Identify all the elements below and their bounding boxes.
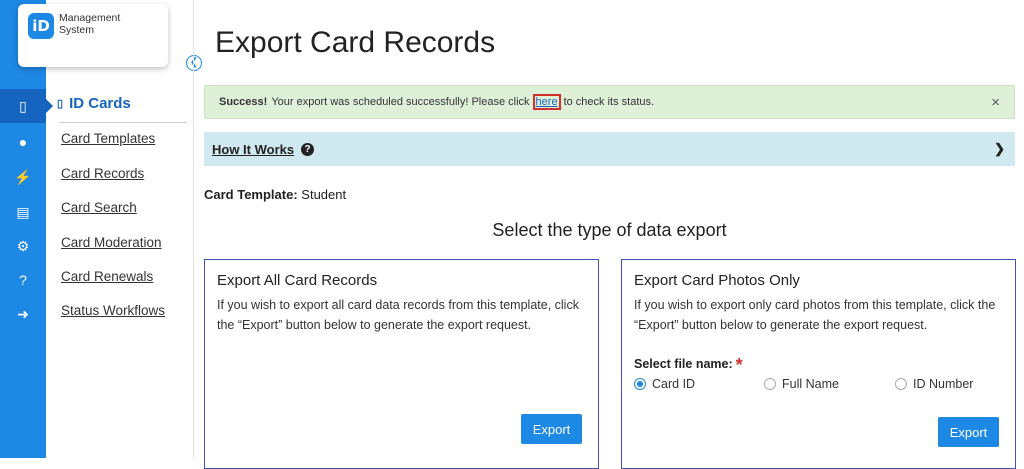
radio-full-name[interactable]: Full Name	[764, 377, 839, 391]
subnav-link-card-templates[interactable]: Card Templates	[61, 131, 155, 146]
chat-icon[interactable]: ●	[0, 125, 46, 159]
export-all-card: Export All Card Records If you wish to e…	[204, 259, 599, 469]
file-name-label: Select file name: *	[634, 355, 743, 375]
plug-icon[interactable]: ⚡	[0, 160, 46, 194]
card-template-value: Student	[301, 187, 347, 202]
radio-card-id[interactable]: Card ID	[634, 377, 695, 391]
export-photos-title: Export Card Photos Only	[634, 272, 800, 289]
export-photos-description: If you wish to export only card photos f…	[634, 298, 996, 332]
radio-button-selected[interactable]	[634, 378, 646, 390]
required-mark: *	[735, 355, 743, 375]
logo-text: Management System	[59, 12, 121, 36]
sidebar-divider	[193, 0, 194, 458]
card-template-info: Card Template: Student	[204, 187, 346, 202]
gear-icon[interactable]: ⚙	[0, 229, 46, 263]
id-card-icon[interactable]: ▯	[0, 89, 53, 123]
alert-status-link[interactable]: here	[532, 94, 561, 110]
help-icon: ?	[301, 142, 315, 156]
radio-id-number[interactable]: ID Number	[895, 377, 973, 391]
alert-text-before: Your export was scheduled successfully! …	[271, 96, 530, 108]
id-card-icon: ▯	[57, 98, 64, 110]
radio-button[interactable]	[764, 378, 776, 390]
section-title: Select the type of data export	[492, 220, 727, 240]
help-icon[interactable]: ?	[0, 263, 46, 297]
export-all-description: If you wish to export all card data reco…	[217, 298, 579, 332]
how-it-works-label[interactable]: How It Works	[212, 142, 294, 157]
how-it-works-panel[interactable]: How It Works ? ❯	[204, 132, 1015, 166]
logo-mark: iD	[28, 13, 54, 39]
sign-out-icon[interactable]: ➜	[0, 297, 46, 331]
radio-button[interactable]	[895, 378, 907, 390]
card-template-label: Card Template:	[204, 187, 298, 202]
alert-strong: Success!	[219, 96, 268, 108]
close-icon[interactable]: ×	[991, 94, 1000, 111]
icon-rail: ▯ ● ⚡ ▤ ⚙ ? ➜	[0, 0, 53, 458]
subnav-link-status-workflows[interactable]: Status Workflows	[61, 303, 165, 318]
success-alert: Success! Your export was scheduled succe…	[204, 85, 1015, 119]
export-all-button[interactable]: Export	[521, 414, 582, 444]
collapse-sidebar-button[interactable]: ❮	[186, 55, 202, 71]
export-photos-button[interactable]: Export	[938, 417, 999, 447]
subnav-link-card-records[interactable]: Card Records	[61, 166, 144, 181]
subnav-link-card-renewals[interactable]: Card Renewals	[61, 269, 153, 284]
subnav-link-card-moderation[interactable]: Card Moderation	[61, 235, 162, 250]
subnav-link-card-search[interactable]: Card Search	[61, 200, 137, 215]
export-all-title: Export All Card Records	[217, 272, 378, 289]
export-photos-card: Export Card Photos Only If you wish to e…	[621, 259, 1016, 469]
subnav-divider	[59, 122, 187, 123]
page-title: Export Card Records	[215, 26, 496, 59]
subnav-title: ▯ ID Cards	[57, 95, 131, 112]
alert-text-after: to check its status.	[563, 96, 655, 108]
logo-card[interactable]: iD Management System	[18, 4, 168, 67]
document-icon[interactable]: ▤	[0, 195, 46, 229]
chevron-down-icon[interactable]: ❯	[994, 141, 1005, 157]
